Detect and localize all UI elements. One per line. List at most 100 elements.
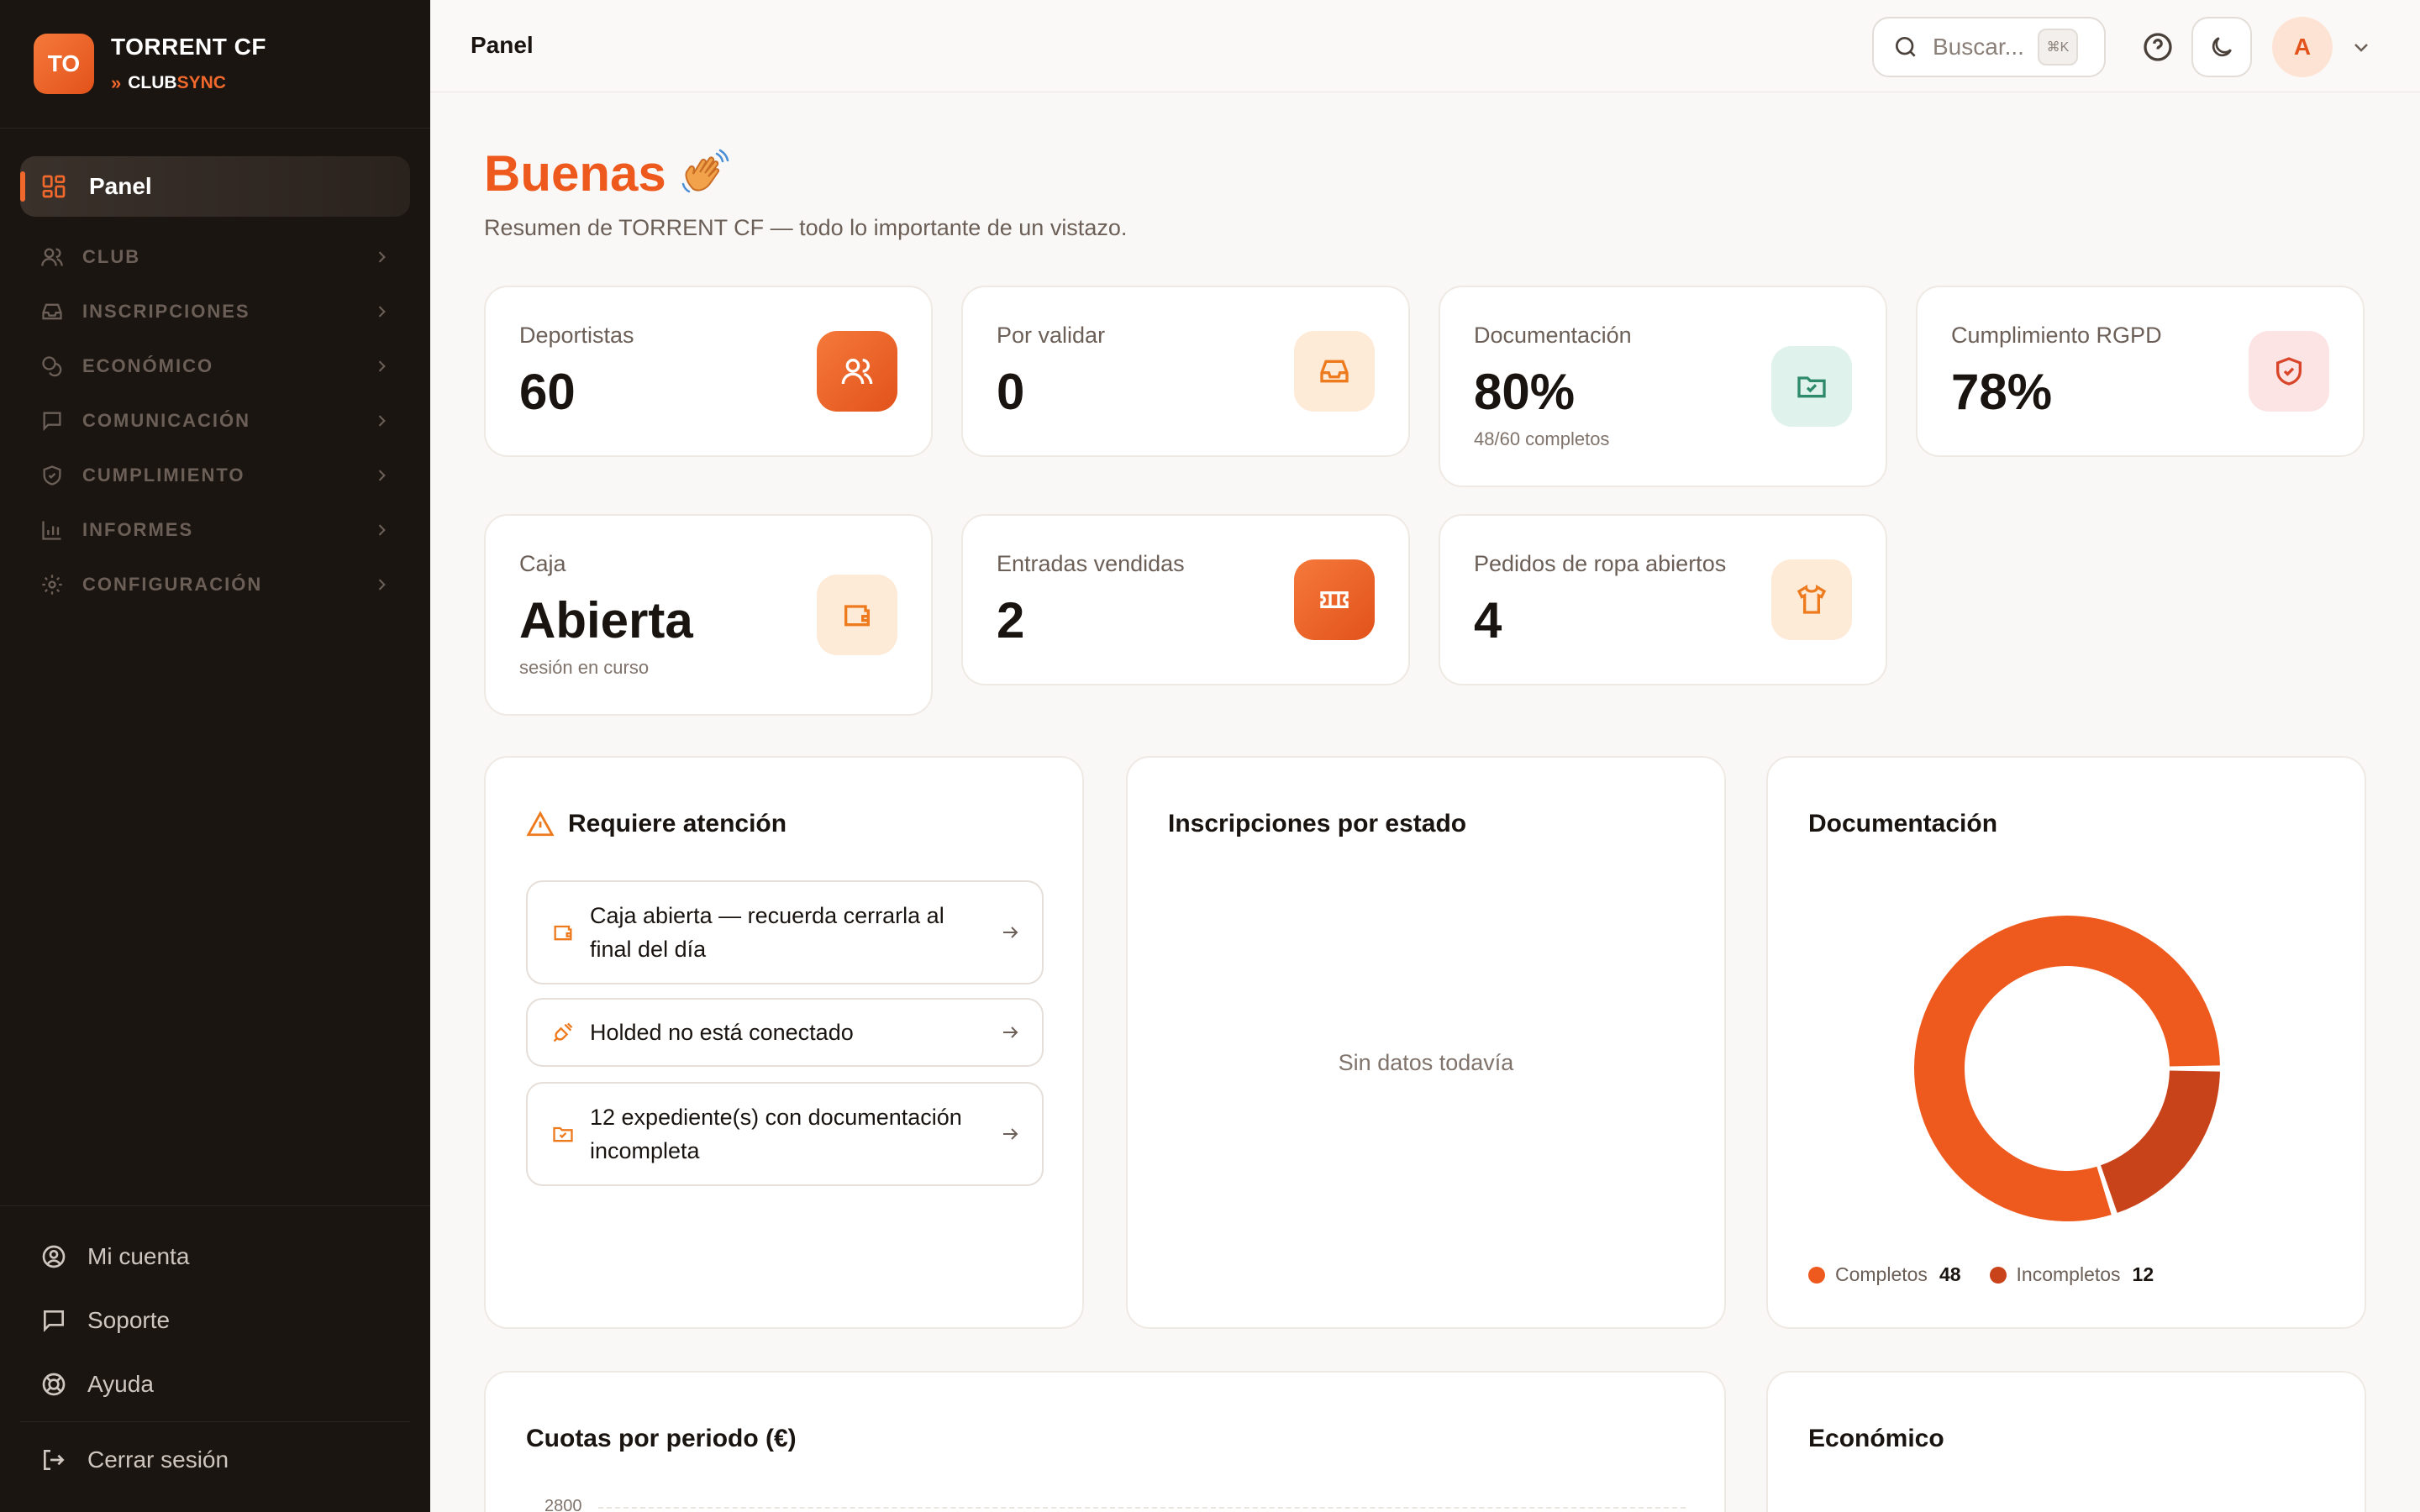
search-button[interactable]: Buscar... ⌘K	[1872, 17, 2106, 77]
logout-button[interactable]: Cerrar sesión	[40, 1436, 229, 1483]
stat-value: 80%	[1474, 364, 1576, 420]
stat-label: Pedidos de ropa abiertos	[1474, 551, 1727, 576]
panel-title: Económico	[1808, 1425, 1944, 1452]
chevron-right-icon	[378, 251, 386, 263]
sidebar-item-panel[interactable]: Panel	[20, 156, 410, 217]
stat-label: Caja	[519, 551, 566, 576]
stat-sub: 48/60 completos	[1474, 428, 1610, 449]
stat-value: 4	[1474, 592, 1502, 648]
attention-text: Holded no está conectado	[590, 1020, 854, 1045]
stat-card-entradas[interactable]: Entradas vendidas 2	[961, 514, 1410, 685]
inscripciones-panel: Inscripciones por estado Sin datos todav…	[1126, 756, 1726, 1329]
bar-chart-icon	[42, 521, 61, 540]
sidebar-group-label: INFORMES	[82, 519, 194, 540]
cuotas-panel: Cuotas por periodo (€) 2800	[484, 1371, 1726, 1512]
gear-icon	[42, 575, 62, 595]
wallet-icon	[554, 925, 572, 941]
shield-check-icon	[2276, 357, 2302, 386]
attention-panel: Requiere atención Caja abierta — recuerd…	[484, 756, 1084, 1329]
lifebuoy-icon	[42, 1373, 66, 1396]
inbox-icon	[1320, 360, 1349, 383]
legend-value: 12	[2132, 1263, 2154, 1285]
user-avatar[interactable]: A	[2272, 17, 2333, 77]
panel-title: Inscripciones por estado	[1168, 810, 1467, 837]
sidebar-group-label: COMUNICACIÓN	[82, 410, 250, 431]
arrow-right-icon	[1003, 1128, 1018, 1140]
attention-item[interactable]: Caja abierta — recuerda cerrarla al fina…	[526, 880, 1044, 984]
users-icon	[41, 248, 63, 266]
stat-card-por-validar[interactable]: Por validar 0	[961, 286, 1410, 457]
sidebar-group-comunicacion[interactable]: COMUNICACIÓN	[40, 401, 390, 441]
plug-icon	[553, 1022, 573, 1042]
sidebar-group-label: CONFIGURACIÓN	[82, 574, 263, 595]
sidebar: TO TORRENT CF » CLUB SYNC Panel CLUB INS…	[0, 0, 430, 1512]
attention-text: 12 expediente(s) con documentación incom…	[590, 1105, 962, 1163]
folder-check-icon	[1797, 376, 1826, 398]
users-icon	[841, 359, 873, 385]
sidebar-group-club[interactable]: CLUB	[40, 237, 390, 277]
warning-icon	[526, 811, 555, 837]
theme-toggle-button[interactable]	[2191, 17, 2252, 77]
sidebar-group-informes[interactable]: INFORMES	[40, 510, 390, 550]
stat-value: 0	[997, 364, 1025, 420]
sidebar-group-economico[interactable]: ECONÓMICO	[40, 346, 390, 386]
sidebar-group-label: CLUB	[82, 246, 141, 267]
stat-icon-badge	[1294, 331, 1375, 412]
sidebar-group-inscripciones[interactable]: INSCRIPCIONES	[40, 291, 390, 332]
attention-item[interactable]: 12 expediente(s) con documentación incom…	[526, 1082, 1044, 1186]
wallet-icon	[844, 605, 870, 627]
documentacion-panel: Documentación Completos 48 Incompletos 1…	[1766, 756, 2366, 1329]
stat-card-deportistas[interactable]: Deportistas 60	[484, 286, 933, 457]
stat-label: Cumplimiento RGPD	[1951, 323, 2162, 348]
sidebar-group-cumplimiento[interactable]: CUMPLIMIENTO	[40, 455, 390, 496]
club-name: TORRENT CF	[111, 34, 266, 60]
stat-value: Abierta	[519, 592, 693, 648]
search-placeholder: Buscar...	[1933, 34, 2024, 60]
dashboard-icon	[42, 175, 66, 198]
logout-label: Cerrar sesión	[87, 1446, 229, 1473]
stat-icon-badge	[817, 331, 897, 412]
y-tick-label: 2800	[544, 1497, 582, 1512]
stat-label: Por validar	[997, 323, 1106, 348]
stat-card-documentacion[interactable]: Documentación 80% 48/60 completos	[1439, 286, 1887, 487]
greeting-subtitle: Resumen de TORRENT CF — todo lo importan…	[484, 215, 1128, 240]
logout-icon	[44, 1450, 65, 1470]
brand-logo: TO	[34, 34, 94, 94]
sidebar-item-soporte[interactable]: Soporte	[40, 1297, 170, 1344]
donut-slice-incompletos[interactable]	[2101, 1070, 2220, 1213]
sidebar-item-label: Mi cuenta	[87, 1243, 190, 1269]
stat-label: Documentación	[1474, 323, 1632, 348]
brand[interactable]: TO TORRENT CF » CLUB SYNC	[34, 34, 266, 94]
economico-panel: Económico	[1766, 1371, 2366, 1512]
sidebar-group-label: INSCRIPCIONES	[82, 301, 250, 322]
stat-label: Deportistas	[519, 323, 634, 348]
sidebar-item-label: Ayuda	[87, 1371, 154, 1397]
stat-icon-badge	[1294, 559, 1375, 640]
chevron-down-icon[interactable]	[2351, 37, 2371, 57]
stat-value: 2	[997, 592, 1025, 648]
help-button[interactable]	[2128, 17, 2188, 77]
chart-legend: Completos 48 Incompletos 12	[1808, 1263, 2182, 1286]
chevron-right-icon	[378, 360, 386, 372]
sidebar-item-label: Panel	[89, 173, 152, 199]
stat-card-rgpd[interactable]: Cumplimiento RGPD 78%	[1916, 286, 2365, 457]
sidebar-group-configuracion[interactable]: CONFIGURACIÓN	[40, 564, 390, 605]
waving-hand-icon	[681, 149, 729, 192]
help-icon	[2144, 33, 2172, 61]
sidebar-item-mi-cuenta[interactable]: Mi cuenta	[40, 1233, 189, 1280]
attention-item[interactable]: Holded no está conectado	[526, 998, 1044, 1067]
ticket-icon	[1320, 591, 1349, 608]
arrow-right-icon	[1003, 927, 1018, 938]
stat-card-pedidos-ropa[interactable]: Pedidos de ropa abiertos 4	[1439, 514, 1887, 685]
search-shortcut: ⌘K	[2037, 29, 2078, 66]
coins-icon	[42, 356, 62, 377]
folder-icon	[553, 1126, 573, 1142]
stat-card-caja[interactable]: Caja Abierta sesión en curso	[484, 514, 933, 716]
stat-value: 60	[519, 364, 576, 420]
sidebar-item-label: Soporte	[87, 1307, 171, 1333]
sidebar-item-ayuda[interactable]: Ayuda	[40, 1361, 154, 1408]
sidebar-group-label: CUMPLIMIENTO	[82, 465, 245, 486]
active-indicator	[20, 171, 25, 202]
page-title: Panel	[471, 32, 534, 58]
stat-icon-badge	[2249, 331, 2329, 412]
